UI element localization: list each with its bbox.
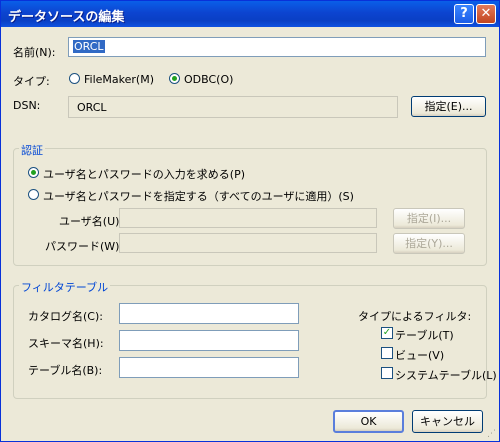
- dsn-value: ORCL: [77, 101, 107, 114]
- type-label: タイプ:: [13, 75, 50, 88]
- name-label: 名前(N):: [13, 46, 56, 59]
- auth-prompt-label[interactable]: ユーザ名とパスワードの入力を求める(P): [43, 166, 245, 182]
- system-table-checkbox-label[interactable]: システムテーブル(L): [395, 367, 497, 383]
- table-checkbox-label[interactable]: テーブル(T): [395, 327, 454, 343]
- name-input[interactable]: ORCL: [68, 37, 486, 57]
- dialog-window: データソースの編集 ? ✕ 名前(N): ORCL タイプ: FileMaker…: [0, 0, 500, 442]
- password-label: パスワード(W):: [45, 240, 124, 253]
- dsn-field: ORCL: [68, 96, 398, 118]
- password-specify-button: 指定(Y)...: [393, 233, 465, 254]
- window-title: データソースの編集: [8, 10, 125, 25]
- type-odbc-label[interactable]: ODBC(O): [184, 73, 233, 86]
- schema-label: スキーマ名(H):: [28, 337, 104, 350]
- catalog-input[interactable]: [119, 303, 299, 324]
- table-label: テーブル名(B):: [28, 364, 103, 377]
- close-button[interactable]: ✕: [476, 4, 496, 24]
- dsn-label: DSN:: [13, 99, 41, 112]
- system-table-checkbox[interactable]: [381, 367, 393, 379]
- table-checkbox[interactable]: ✓: [381, 327, 393, 339]
- view-checkbox-label[interactable]: ビュー(V): [395, 347, 444, 363]
- name-value: ORCL: [73, 40, 105, 53]
- auth-specify-label[interactable]: ユーザ名とパスワードを指定する（すべてのユーザに適用）(S): [43, 188, 354, 204]
- resize-grip-icon[interactable]: ⋰: [487, 429, 496, 439]
- cancel-button[interactable]: キャンセル: [412, 410, 483, 433]
- filter-legend: フィルタテーブル: [19, 279, 111, 295]
- user-label: ユーザ名(U):: [59, 215, 124, 228]
- type-filemaker-radio[interactable]: [69, 73, 80, 84]
- schema-input[interactable]: [119, 330, 299, 351]
- user-field: [119, 208, 377, 228]
- auth-legend: 認証: [19, 142, 45, 158]
- type-filemaker-label[interactable]: FileMaker(M): [84, 73, 154, 86]
- catalog-label: カタログ名(C):: [28, 310, 103, 323]
- help-button[interactable]: ?: [454, 4, 474, 24]
- password-field: [119, 233, 377, 253]
- view-checkbox[interactable]: [381, 347, 393, 359]
- ok-button[interactable]: OK: [333, 410, 404, 433]
- title-bar[interactable]: データソースの編集 ? ✕: [1, 1, 499, 27]
- user-specify-button: 指定(I)...: [393, 208, 465, 229]
- auth-prompt-radio[interactable]: [28, 167, 39, 178]
- type-filter-label: タイプによるフィルタ:: [358, 310, 472, 323]
- auth-specify-radio[interactable]: [28, 189, 39, 200]
- dsn-specify-button[interactable]: 指定(E)...: [411, 96, 486, 117]
- table-input[interactable]: [119, 357, 299, 378]
- type-odbc-radio[interactable]: [169, 73, 180, 84]
